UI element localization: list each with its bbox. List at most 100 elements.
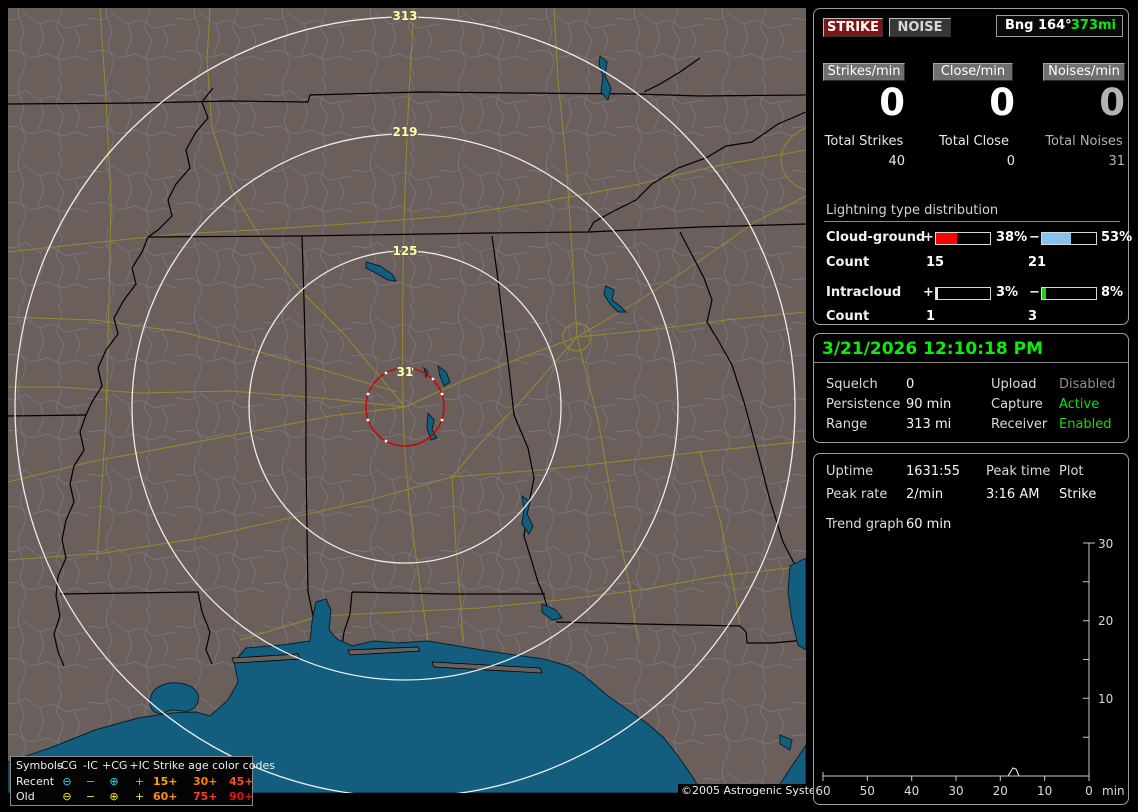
ic-count-label: Count (826, 309, 870, 324)
legend-recent-label: Recent (16, 775, 55, 788)
legend-col-pcg: +CG (102, 759, 128, 772)
x-tick-40: 40 (904, 784, 919, 798)
trend-graph-label: Trend graph (826, 517, 904, 532)
trend-graph-value: 60 min (906, 517, 952, 532)
plot-label: Plot (1059, 464, 1084, 479)
close-per-min-value: 0 (989, 81, 1015, 124)
range-value: 313 mi (906, 417, 952, 432)
ic-minus-sign: − (1029, 285, 1040, 300)
receiver-status: Enabled (1059, 417, 1112, 432)
cloud-ground-label: Cloud-ground (826, 230, 926, 245)
peak-rate-label: Peak rate (826, 487, 888, 502)
cg-plus-sign: + (923, 230, 934, 245)
total-strikes-label: Total Strikes (824, 134, 904, 149)
ring-label-125: 125 (392, 244, 417, 258)
cg-minus-pct: 53% (1101, 230, 1133, 245)
peak-time-label: Peak time (986, 464, 1051, 479)
ic-plus-sign: + (923, 285, 934, 300)
ring-label-219: 219 (392, 125, 417, 139)
cg-count-label: Count (826, 255, 870, 270)
total-noises-value: 31 (1108, 154, 1125, 169)
lightning-map[interactable]: 313 219 125 31 (7, 8, 807, 798)
x-tick-10: 10 (1037, 784, 1052, 798)
cg-minus-sign: − (1029, 230, 1040, 245)
ring-label-31: 31 (397, 365, 414, 379)
recent-pos-cg-icon: ⊕ (109, 775, 119, 788)
ic-plus-pct: 3% (996, 285, 1019, 300)
x-tick-50: 50 (860, 784, 875, 798)
ic-plus-bar (935, 287, 991, 300)
cg-plus-pct: 38% (996, 230, 1028, 245)
noise-mode-button[interactable]: NOISE (889, 18, 951, 37)
trend-panel: Uptime 1631:55 Peak time Plot Peak rate … (813, 453, 1129, 805)
strikes-per-min-value: 0 (879, 81, 905, 124)
cg-minus-bar (1041, 232, 1097, 245)
ic-plus-count: 1 (926, 309, 936, 324)
intracloud-label: Intracloud (826, 285, 902, 300)
y-tick-10: 10 (1098, 692, 1113, 706)
old-pos-ic-icon: + (134, 790, 145, 803)
plot-value: Strike (1059, 487, 1097, 502)
age-60: 60+ (153, 790, 178, 803)
age-30: 30+ (193, 775, 218, 788)
uptime-value: 1631:55 (906, 464, 961, 479)
bearing-value: Bng 164° (1005, 18, 1072, 33)
legend-symbols-header: Symbols (16, 759, 63, 772)
legend-old-label: Old (16, 790, 35, 803)
status-panel: 3/21/2026 12:10:18 PM Squelch 0 Upload D… (813, 333, 1129, 443)
nexstorm-window: 313 219 125 31 Symbols -CG -IC +CG +IC S… (0, 0, 1138, 812)
datetime-display: 3/21/2026 12:10:18 PM (822, 339, 1043, 359)
ring-label-313: 313 (392, 9, 417, 23)
symbol-legend: Symbols -CG -IC +CG +IC Strike age color… (10, 756, 275, 806)
distribution-divider (824, 221, 1120, 222)
capture-label: Capture (991, 397, 1043, 412)
noises-per-min-button[interactable]: Noises/min (1043, 63, 1125, 81)
old-pos-cg-icon: ⊕ (109, 790, 119, 803)
persistence-label: Persistence (826, 397, 901, 412)
upload-status: Disabled (1059, 377, 1116, 392)
total-close-label: Total Close (939, 134, 1009, 149)
recent-pos-ic-icon: + (134, 775, 145, 788)
receiver-label: Receiver (991, 417, 1048, 432)
x-tick-30: 30 (948, 784, 963, 798)
strike-mode-button[interactable]: STRIKE (823, 18, 883, 37)
strikes-per-min-button[interactable]: Strikes/min (823, 63, 905, 81)
ic-minus-bar (1041, 287, 1097, 300)
legend-col-pic: +IC (129, 759, 150, 772)
trend-chart: 30 20 10 60 50 40 30 20 10 0 min (815, 538, 1125, 798)
ic-minus-count: 3 (1028, 309, 1038, 324)
old-neg-cg-icon: ⊖ (62, 790, 72, 803)
age-45: 45+ (229, 775, 254, 788)
x-tick-0: 0 (1085, 784, 1093, 798)
status-divider (814, 362, 1128, 363)
total-strikes-value: 40 (888, 154, 905, 169)
copyright-text: ©2005 Astrogenic Systems (678, 784, 836, 797)
range-label: Range (826, 417, 868, 432)
legend-col-nic: -IC (83, 759, 98, 772)
peak-rate-value: 2/min (906, 487, 944, 502)
legend-age-header: Strike age color codes (153, 759, 275, 772)
cg-plus-count: 15 (926, 255, 945, 270)
uptime-label: Uptime (826, 464, 874, 479)
trend-series-strike (1007, 767, 1020, 777)
bearing-readout: Bng 164° 373mi (996, 15, 1123, 37)
age-90: 90+ (229, 790, 254, 803)
distribution-title: Lightning type distribution (826, 203, 999, 218)
capture-status: Active (1059, 397, 1100, 412)
persistence-value: 90 min (906, 397, 952, 412)
close-per-min-button[interactable]: Close/min (933, 63, 1013, 81)
recent-neg-cg-icon: ⊖ (62, 775, 72, 788)
x-axis-unit: min (1102, 784, 1125, 798)
age-75: 75+ (193, 790, 218, 803)
peak-time-value: 3:16 AM (986, 487, 1040, 502)
old-neg-ic-icon: − (85, 790, 96, 803)
x-tick-60: 60 (815, 784, 830, 798)
total-close-value: 0 (1006, 154, 1015, 169)
upload-label: Upload (991, 377, 1037, 392)
cg-plus-bar (935, 232, 991, 245)
x-tick-20: 20 (993, 784, 1008, 798)
cg-minus-count: 21 (1028, 255, 1047, 270)
recent-neg-ic-icon: − (85, 775, 96, 788)
stats-panel: STRIKE NOISE Bng 164° 373mi Strikes/min … (813, 8, 1133, 325)
map-canvas[interactable]: 313 219 125 31 (7, 8, 807, 798)
